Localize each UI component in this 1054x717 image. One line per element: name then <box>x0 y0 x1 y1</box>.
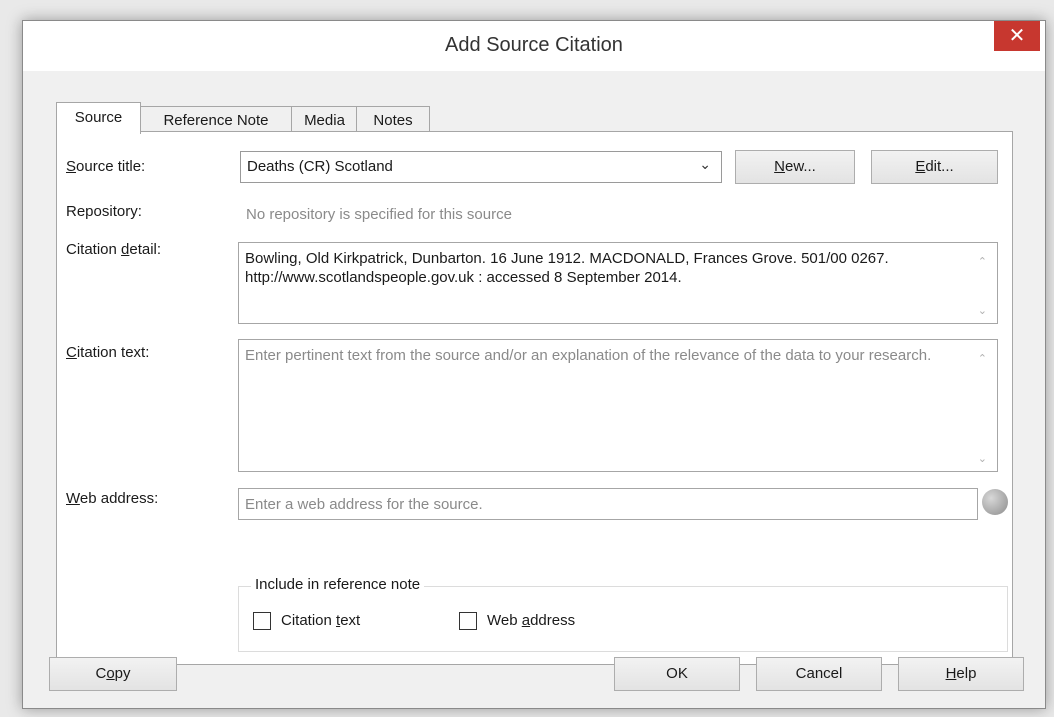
tab-reference-note[interactable]: Reference Note <box>139 106 293 134</box>
web-address-input[interactable]: Enter a web address for the source. <box>238 488 978 520</box>
tab-media[interactable]: Media <box>291 106 358 134</box>
scroll-up-icon[interactable]: ⌃ <box>978 352 987 365</box>
citation-detail-value: Bowling, Old Kirkpatrick, Dunbarton. 16 … <box>245 250 889 286</box>
citation-text-checkbox[interactable] <box>253 612 271 630</box>
tab-notes[interactable]: Notes <box>356 106 430 134</box>
chevron-down-icon: ⌄ <box>699 156 711 172</box>
include-group-title: Include in reference note <box>251 576 425 593</box>
source-title-value: Deaths (CR) Scotland <box>247 158 393 175</box>
ok-button[interactable]: OK <box>614 657 740 691</box>
web-address-label: Web address: <box>66 490 159 507</box>
web-address-checkbox-label: Web address <box>487 612 576 629</box>
edit-source-button[interactable]: Edit... <box>871 150 998 184</box>
title-bar: Add Source Citation ✕ <box>23 21 1045 71</box>
web-address-placeholder: Enter a web address for the source. <box>245 496 483 513</box>
scroll-up-icon[interactable]: ⌃ <box>978 255 987 268</box>
help-button[interactable]: Help <box>898 657 1024 691</box>
scroll-down-icon[interactable]: ⌄ <box>978 452 987 465</box>
citation-text-checkbox-label: Citation text <box>281 612 361 629</box>
new-source-button[interactable]: New... <box>735 150 855 184</box>
scroll-down-icon[interactable]: ⌄ <box>978 304 987 317</box>
tab-source[interactable]: Source <box>56 102 141 134</box>
citation-detail-label: Citation detail: <box>66 241 162 258</box>
dialog-window: Add Source Citation ✕ Source Reference N… <box>22 20 1046 709</box>
citation-detail-textarea[interactable]: Bowling, Old Kirkpatrick, Dunbarton. 16 … <box>238 242 998 324</box>
citation-text-label: Citation text: <box>66 344 150 361</box>
repository-label: Repository: <box>66 203 142 220</box>
copy-button[interactable]: Copy <box>49 657 177 691</box>
include-reference-group: Include in reference note Citation text … <box>238 576 1008 652</box>
citation-text-placeholder: Enter pertinent text from the source and… <box>245 347 932 364</box>
citation-text-textarea[interactable]: Enter pertinent text from the source and… <box>238 339 998 472</box>
web-address-checkbox[interactable] <box>459 612 477 630</box>
source-title-label: Source title: <box>66 158 146 175</box>
source-panel: Source title: Deaths (CR) Scotland ⌄ New… <box>56 131 1013 665</box>
cancel-button[interactable]: Cancel <box>756 657 882 691</box>
globe-icon[interactable] <box>982 489 1008 515</box>
source-title-dropdown[interactable]: Deaths (CR) Scotland ⌄ <box>240 151 722 183</box>
dialog-title: Add Source Citation <box>445 34 623 56</box>
close-button[interactable]: ✕ <box>994 21 1040 51</box>
repository-value: No repository is specified for this sour… <box>246 206 512 223</box>
